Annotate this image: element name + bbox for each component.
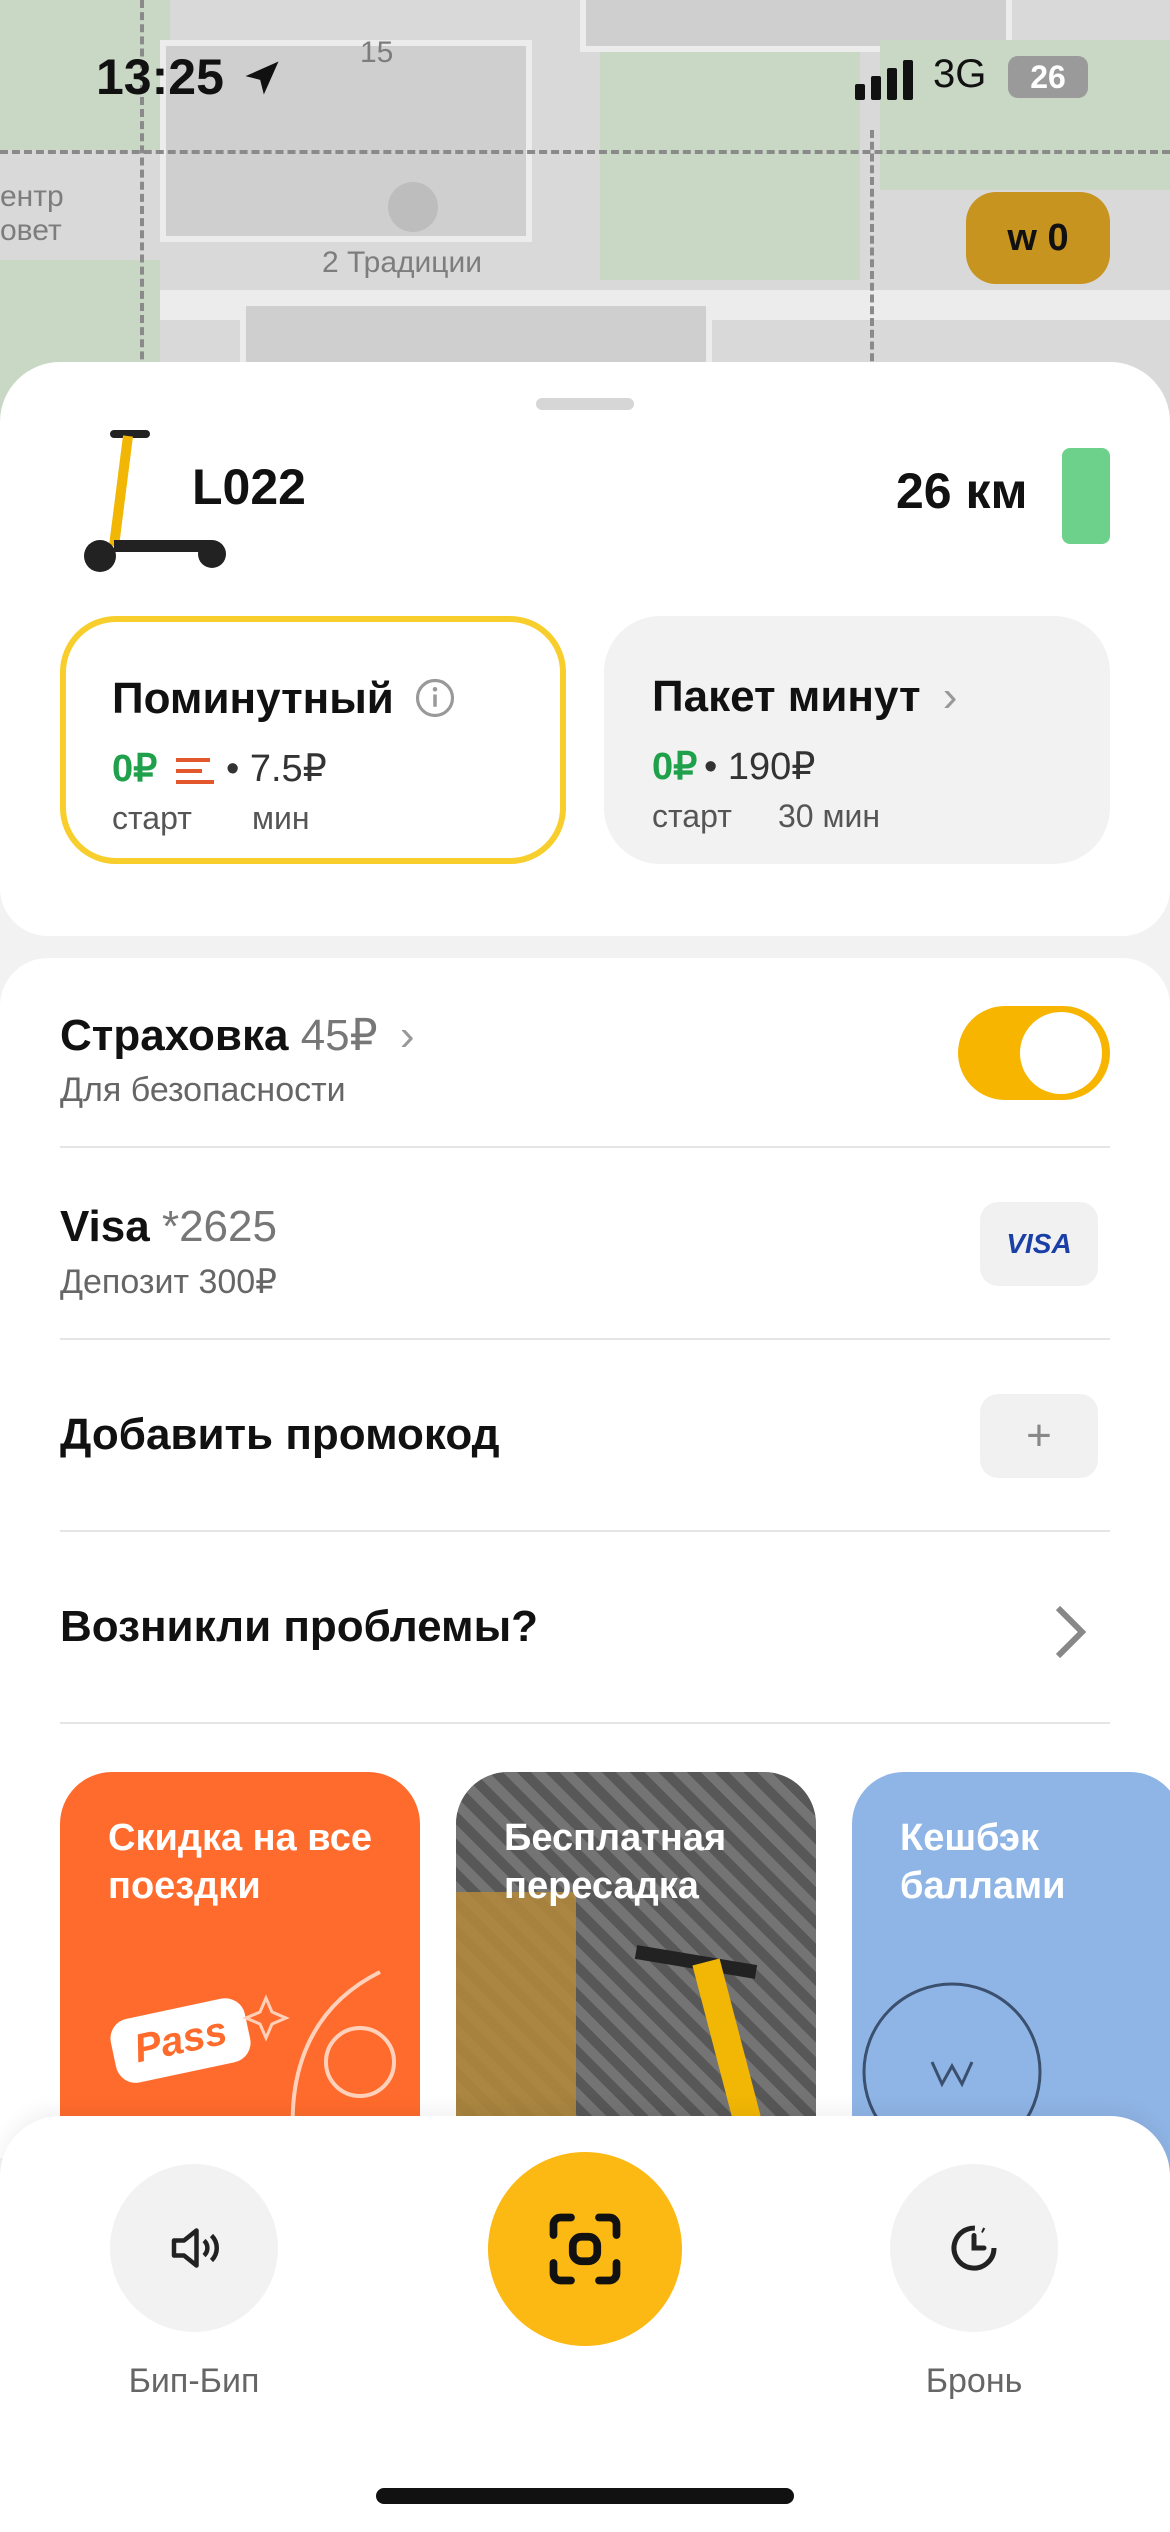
tariff-package[interactable]: Пакет минут › 0₽ • 190₽ старт 30 мин xyxy=(604,616,1110,864)
scooter-battery-icon xyxy=(1062,448,1110,544)
map-edge-label: овет xyxy=(0,214,62,247)
beep-label: Бип-Бип xyxy=(128,2362,260,2400)
battery-icon: 26 xyxy=(1008,56,1088,98)
w-logo-icon: w xyxy=(1007,217,1048,259)
signal-icon xyxy=(855,60,913,100)
divider xyxy=(60,1146,1110,1148)
insurance-price: 45₽ xyxy=(300,1011,378,1060)
card-mask: *2625 xyxy=(161,1202,277,1251)
booking-label: Бронь xyxy=(925,2362,1023,2400)
insurance-title: Страховка 45₽ › xyxy=(60,1011,415,1060)
chevron-right-icon: › xyxy=(399,1011,415,1060)
tariff-name: Пакет минут › xyxy=(652,672,958,721)
divider xyxy=(60,1338,1110,1340)
promo-row[interactable]: Добавить промокод xyxy=(60,1410,1110,1460)
tariff-unit-caption: мин xyxy=(252,800,310,836)
bottom-action-bar: Бип-Бип Бронь xyxy=(0,2116,1170,2532)
chevron-right-icon: › xyxy=(942,672,958,721)
info-icon[interactable] xyxy=(414,677,456,719)
plus-icon: + xyxy=(1026,1411,1052,1460)
visa-card-icon[interactable]: VISA xyxy=(980,1202,1098,1286)
scooter-range: 26 км xyxy=(896,463,1028,519)
card-label: Скидка на все поездки xyxy=(108,1817,372,1907)
card-label: Кешбэк баллами xyxy=(900,1817,1066,1907)
tariff-start-caption: старт xyxy=(112,800,192,836)
tariff-name: Поминутный xyxy=(112,674,456,724)
scan-qr-button[interactable] xyxy=(488,2152,682,2346)
speaker-icon xyxy=(171,2228,219,2268)
tariff-per-minute[interactable]: Поминутный 0₽ • 7.5₽ старт мин xyxy=(60,616,566,864)
problems-title: Возникли проблемы? xyxy=(60,1602,539,1651)
card-label: Бесплатная пересадка xyxy=(504,1817,727,1907)
coin-balance-badge[interactable]: w 0 xyxy=(966,192,1110,284)
coin-balance-value: 0 xyxy=(1047,217,1069,259)
tariff-start-price: 0₽ xyxy=(652,746,698,788)
divider xyxy=(60,1722,1110,1724)
tariff-start-caption: старт xyxy=(652,798,732,834)
network-type: 3G xyxy=(933,52,987,96)
scooter-sheet: L022 26 км Поминутный 0₽ • 7.5₽ старт ми… xyxy=(0,362,1170,936)
tariff-minute-price: • 7.5₽ xyxy=(226,748,327,790)
scan-icon xyxy=(549,2213,621,2285)
problems-row[interactable]: Возникли проблемы? xyxy=(60,1602,1110,1652)
clock-icon xyxy=(951,2225,997,2271)
payment-subtitle: Депозит 300₽ xyxy=(60,1263,277,1301)
beep-button[interactable] xyxy=(110,2164,278,2332)
home-indicator[interactable] xyxy=(376,2488,794,2504)
tariff-package-price: • 190₽ xyxy=(704,746,816,788)
scooter-id: L022 xyxy=(192,459,306,515)
pass-badge: Pass xyxy=(106,1994,255,2087)
divider xyxy=(60,1530,1110,1532)
promo-title: Добавить промокод xyxy=(60,1410,500,1459)
location-arrow-icon xyxy=(245,61,279,95)
toggle-knob xyxy=(1020,1012,1102,1094)
sheet-handle[interactable] xyxy=(536,398,634,410)
tariff-start-price: 0₽ xyxy=(112,748,158,790)
payment-title: Visa *2625 xyxy=(60,1202,277,1251)
payment-row[interactable]: Visa *2625 Депозит 300₽ xyxy=(60,1202,1110,1302)
add-promo-button[interactable]: + xyxy=(980,1394,1098,1478)
insurance-subtitle: Для безопасности xyxy=(60,1071,346,1109)
status-bar: 13:25 3G 26 xyxy=(0,0,1170,150)
booking-button[interactable] xyxy=(890,2164,1058,2332)
chevron-right-icon xyxy=(1055,1605,1087,1659)
map-poi-label: 2 Традиции xyxy=(322,246,482,279)
status-time: 13:25 xyxy=(96,49,224,105)
insurance-row[interactable]: Страховка 45₽ › Для безопасности xyxy=(60,1010,1110,1110)
discount-lines-icon xyxy=(176,758,214,784)
map-path xyxy=(0,150,1170,154)
map-edge-label: ентр xyxy=(0,180,64,213)
poi-marker-icon[interactable] xyxy=(388,182,438,232)
tariff-unit-caption: 30 мин xyxy=(778,798,881,834)
insurance-toggle[interactable] xyxy=(958,1006,1110,1100)
